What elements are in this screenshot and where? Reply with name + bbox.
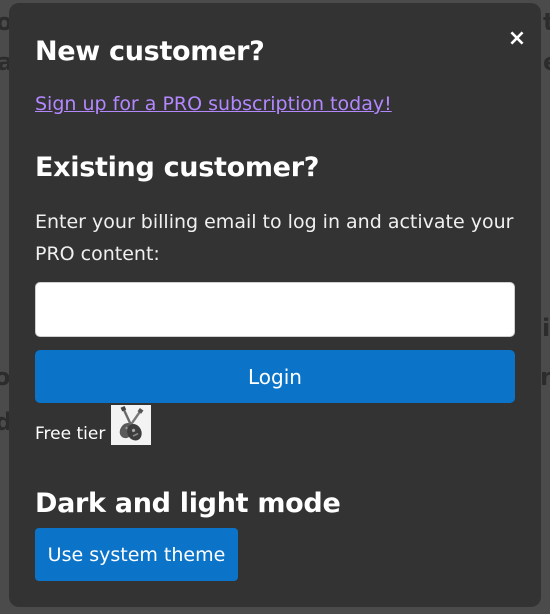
login-instructions: Enter your billing email to log in and a… [35,211,514,265]
login-modal: × New customer? Sign up for a PRO subscr… [9,3,541,607]
theme-heading: Dark and light mode [35,488,341,519]
close-icon[interactable]: × [508,26,526,51]
login-button[interactable]: Login [35,350,515,403]
existing-customer-heading: Existing customer? [35,152,320,183]
free-tier-label: Free tier [35,424,106,444]
use-system-theme-button[interactable]: Use system theme [35,528,238,581]
close-button[interactable]: × [507,27,527,51]
free-tier-row: Free tier [35,403,152,445]
background-text-fragment: t [543,8,550,36]
background-text-fragment: e [543,50,550,74]
background-text-fragment: n [540,363,550,391]
new-customer-heading: New customer? [35,36,265,67]
guitar-icon[interactable] [111,405,152,445]
background-text-fragment: i [542,314,550,342]
billing-email-input[interactable] [35,282,515,337]
signup-link[interactable]: Sign up for a PRO subscription today! [35,91,392,117]
